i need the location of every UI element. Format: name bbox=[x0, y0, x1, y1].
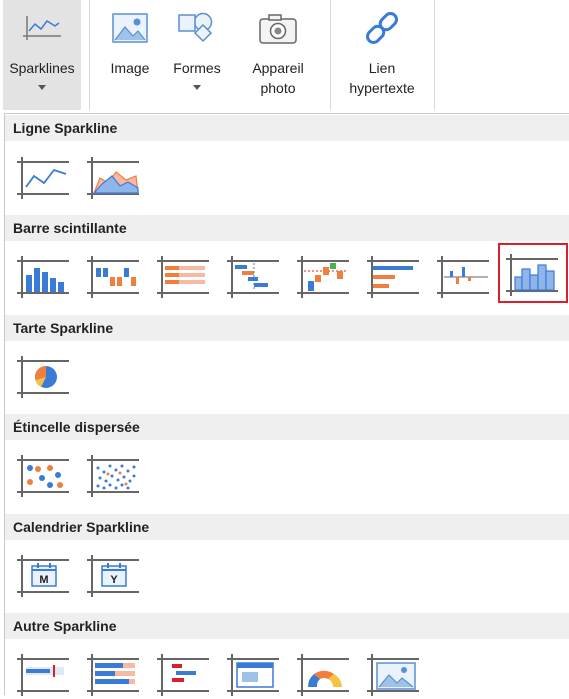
scatter-sparkline-icon[interactable] bbox=[14, 448, 74, 500]
ribbon-separator bbox=[330, 0, 331, 110]
variance-sparkline-icon[interactable] bbox=[434, 249, 494, 301]
stacked-bar-sparkline-icon[interactable] bbox=[154, 249, 214, 301]
section-barre-scintillante: Barre scintillante bbox=[5, 215, 569, 241]
column-sparkline-icon[interactable] bbox=[14, 249, 74, 301]
lien-line-2: hypertexte bbox=[349, 80, 415, 96]
image-label: Image bbox=[110, 60, 150, 76]
appareil-line-1: Appareil bbox=[252, 60, 304, 76]
camera-icon bbox=[242, 10, 314, 46]
ribbon-separator bbox=[89, 0, 90, 110]
sparklines-label: Sparklines bbox=[9, 60, 75, 76]
sparkline-chart-icon bbox=[3, 10, 81, 46]
cascade-sparkline-icon[interactable] bbox=[224, 249, 284, 301]
bullet-sparkline-icon[interactable] bbox=[14, 647, 74, 699]
box-plot-sparkline-icon[interactable] bbox=[154, 647, 214, 699]
appareil-photo-button[interactable]: Appareil photo bbox=[242, 0, 314, 110]
dot-scatter-sparkline-icon[interactable] bbox=[84, 448, 144, 500]
gauge-sparkline-icon[interactable] bbox=[294, 647, 354, 699]
picture-sparkline-icon[interactable] bbox=[364, 647, 424, 699]
shapes-icon bbox=[165, 10, 229, 46]
section-tarte-sparkline: Tarte Sparkline bbox=[5, 315, 569, 341]
line-sparkline-icon[interactable] bbox=[14, 150, 74, 202]
month-letter: M bbox=[39, 574, 48, 586]
sparklines-button[interactable]: Sparklines bbox=[3, 0, 81, 110]
section-ligne-sparkline: Ligne Sparkline bbox=[5, 115, 569, 141]
link-icon bbox=[340, 10, 424, 46]
appareil-photo-label: Appareil photo bbox=[242, 58, 314, 98]
section-autre-sparkline: Autre Sparkline bbox=[5, 613, 569, 639]
chevron-down-icon bbox=[3, 80, 81, 90]
image-button[interactable]: Image bbox=[98, 0, 162, 110]
lien-hypertexte-button[interactable]: Lien hypertexte bbox=[340, 0, 424, 110]
area-sparkline-icon[interactable] bbox=[84, 150, 144, 202]
formes-label: Formes bbox=[173, 60, 221, 76]
histogram-sparkline-icon[interactable] bbox=[498, 243, 568, 303]
ribbon-separator bbox=[434, 0, 435, 110]
image-icon bbox=[98, 10, 162, 46]
image-area-sparkline-icon[interactable] bbox=[224, 647, 284, 699]
section-etincelle-dispersee: Étincelle dispersée bbox=[5, 414, 569, 440]
year-calendar-sparkline-icon[interactable]: Y bbox=[84, 548, 144, 600]
month-calendar-sparkline-icon[interactable]: M bbox=[14, 548, 74, 600]
section-calendrier-sparkline: Calendrier Sparkline bbox=[5, 514, 569, 540]
formes-button[interactable]: Formes bbox=[165, 0, 229, 110]
pie-sparkline-icon[interactable] bbox=[14, 349, 74, 401]
ribbon: Sparklines Image Formes Appareil photo L… bbox=[0, 0, 569, 113]
winloss-sparkline-icon[interactable] bbox=[84, 249, 144, 301]
sparkline-gallery: Ligne Sparkline Barre scintillante Tarte… bbox=[4, 113, 569, 696]
lien-hypertexte-label: Lien hypertexte bbox=[340, 58, 424, 98]
year-letter: Y bbox=[110, 574, 118, 586]
lien-line-1: Lien bbox=[368, 60, 396, 76]
hbar-sparkline-icon[interactable] bbox=[364, 249, 424, 301]
vertical-cascade-sparkline-icon[interactable] bbox=[294, 249, 354, 301]
progress-sparkline-icon[interactable] bbox=[84, 647, 144, 699]
chevron-down-icon bbox=[165, 80, 229, 90]
appareil-line-2: photo bbox=[260, 80, 296, 96]
